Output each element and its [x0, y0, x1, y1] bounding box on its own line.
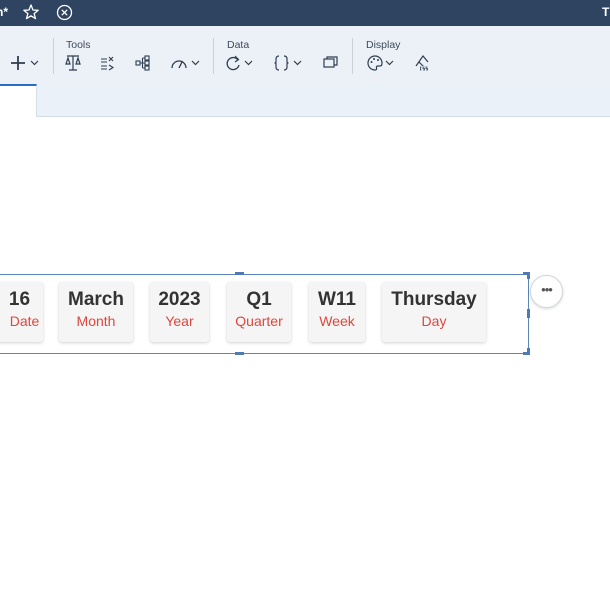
- data-group-label: Data: [227, 39, 250, 51]
- toolbar-divider: [53, 38, 54, 74]
- insert-button[interactable]: [11, 54, 41, 72]
- gauge-icon: [171, 60, 200, 69]
- braces-icon: [274, 55, 302, 71]
- theme-button[interactable]: [366, 54, 398, 72]
- css-icon: [415, 55, 431, 71]
- braces-button[interactable]: [274, 54, 306, 72]
- date-value: 16: [8, 289, 31, 310]
- more-actions-button[interactable]: •••: [530, 275, 563, 308]
- refresh-icon: [226, 55, 253, 71]
- week-label: Week: [319, 313, 355, 329]
- close-circle-icon[interactable]: [56, 4, 73, 21]
- date-label: Date: [9, 313, 40, 329]
- week-card: W11 Week: [309, 282, 365, 342]
- day-label: Day: [421, 313, 447, 329]
- resize-handle-bottom[interactable]: [235, 352, 244, 355]
- title-bar-right-text: T: [602, 5, 610, 19]
- toolbar-divider: [352, 38, 353, 74]
- document-title: n*: [0, 5, 8, 19]
- copy-icon: [323, 56, 338, 68]
- date-card: 16 Date: [0, 282, 43, 342]
- quarter-card: Q1 Quarter: [227, 282, 291, 342]
- copy-button[interactable]: [322, 54, 340, 72]
- day-value: Thursday: [391, 289, 477, 310]
- formula-icon: [101, 56, 115, 71]
- more-icon: •••: [541, 282, 553, 297]
- resize-handle-top[interactable]: [235, 272, 244, 275]
- resize-handle-top-right[interactable]: [527, 272, 530, 279]
- gauge-button[interactable]: [170, 54, 202, 72]
- palette-icon: [367, 55, 394, 71]
- page-tab-strip: [0, 84, 610, 117]
- tools-group-label: Tools: [66, 39, 91, 51]
- css-button[interactable]: [414, 54, 432, 72]
- quarter-value: Q1: [246, 289, 272, 310]
- month-label: Month: [76, 313, 116, 329]
- title-bar: n* T: [0, 0, 610, 26]
- day-card: Thursday Day: [382, 282, 486, 342]
- year-card: 2023 Year: [150, 282, 209, 342]
- month-value: March: [68, 289, 124, 310]
- quarter-label: Quarter: [235, 313, 283, 329]
- week-value: W11: [317, 289, 357, 310]
- plus-icon: [11, 56, 39, 70]
- star-icon[interactable]: [22, 3, 40, 21]
- toolbar: Tools Data Display: [0, 26, 610, 84]
- display-group-label: Display: [366, 39, 401, 51]
- hierarchy-icon: [135, 55, 150, 71]
- month-card: March Month: [59, 282, 133, 342]
- hierarchy-button[interactable]: [135, 54, 151, 72]
- year-value: 2023: [158, 289, 201, 310]
- toolbar-divider: [213, 38, 214, 74]
- scale-button[interactable]: [65, 54, 81, 72]
- formula-button[interactable]: [100, 54, 116, 72]
- year-label: Year: [165, 313, 194, 329]
- resize-handle-bottom-right[interactable]: [527, 348, 530, 355]
- resize-handle-right[interactable]: [527, 309, 530, 318]
- story-canvas[interactable]: [0, 117, 610, 610]
- scale-icon: [65, 55, 81, 71]
- active-page-tab[interactable]: [0, 84, 37, 117]
- refresh-button[interactable]: [226, 54, 256, 72]
